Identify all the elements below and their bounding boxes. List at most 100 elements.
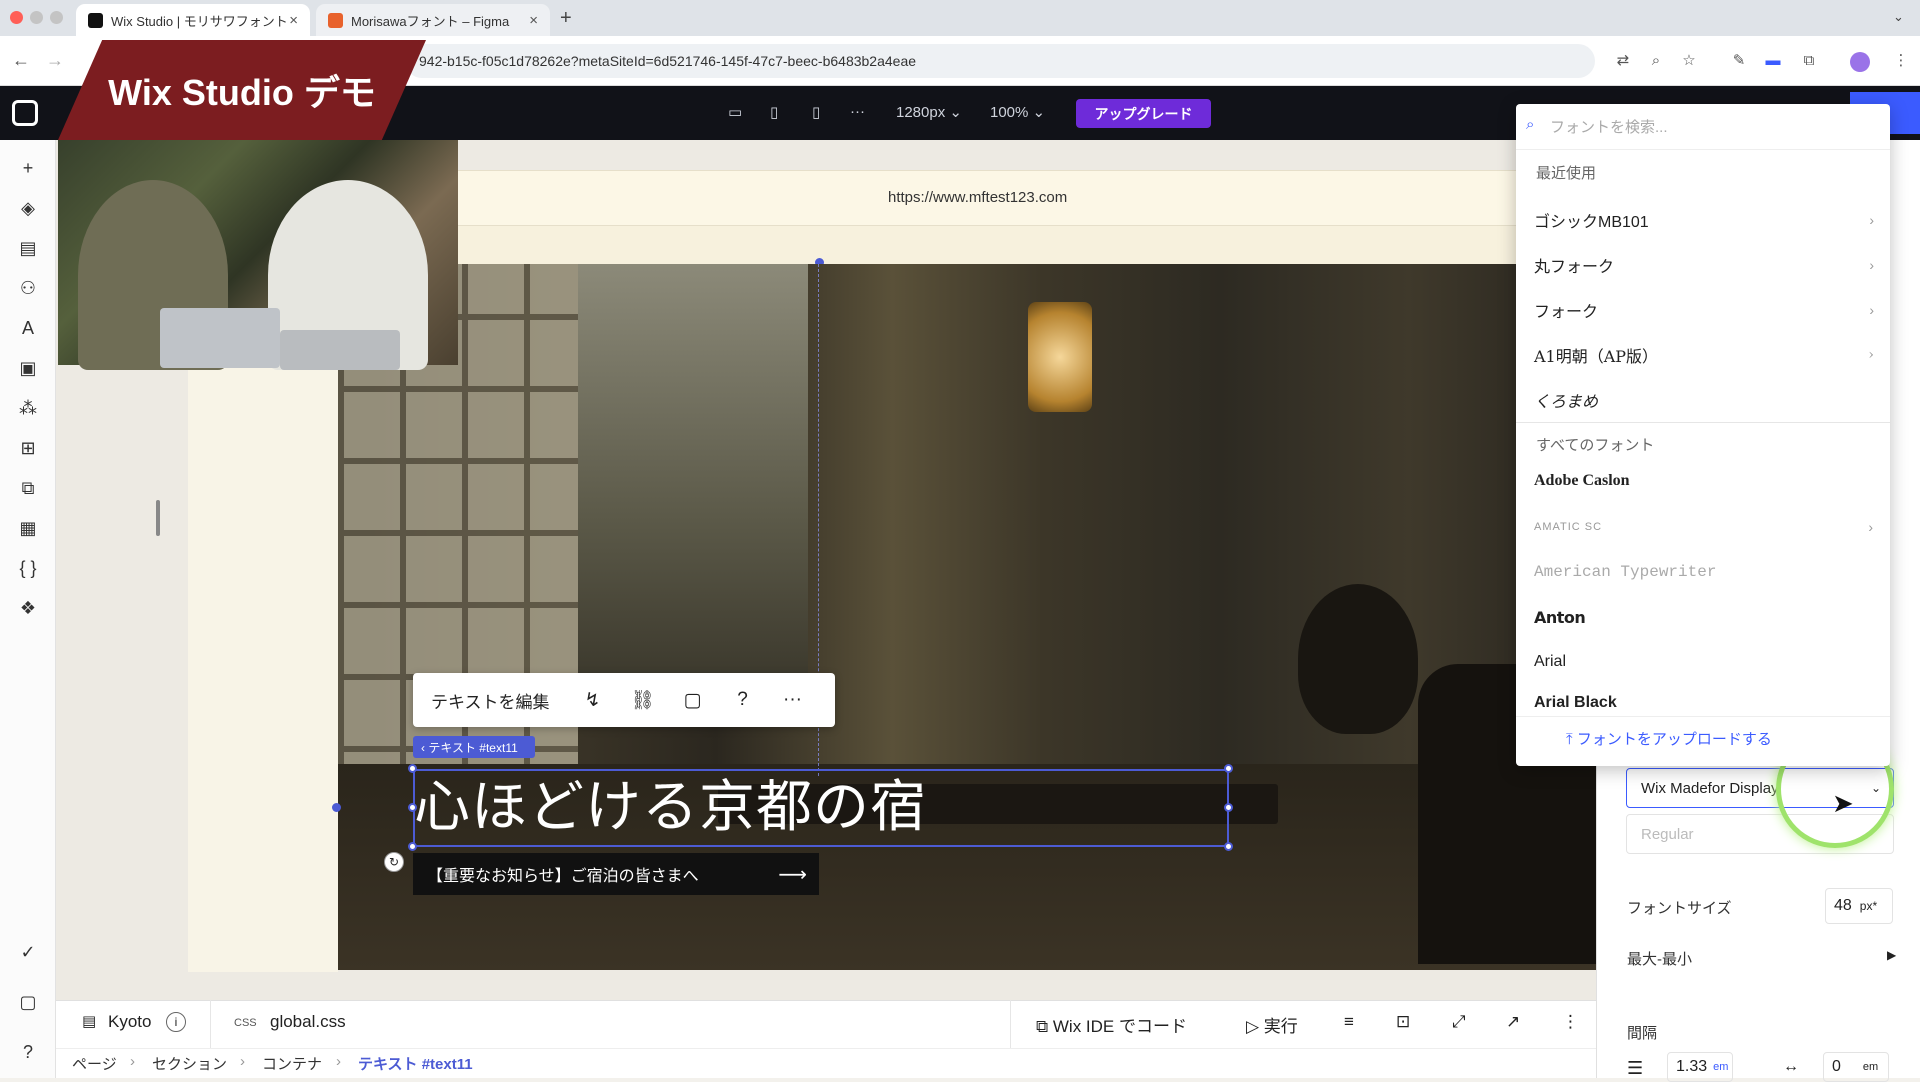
info-icon[interactable]: i	[166, 1012, 186, 1032]
resize-handle-bl[interactable]	[408, 842, 417, 851]
font-item[interactable]: Arial Black	[1534, 690, 1874, 716]
more-vertical-icon[interactable]: ⋮	[1562, 1012, 1579, 1032]
resize-handle-tl[interactable]	[408, 764, 417, 773]
address-bar[interactable]: 942-b15c-f05c1d78262e?metaSiteId=6d52174…	[405, 44, 1595, 78]
font-item[interactable]: Adobe Caslon	[1534, 464, 1874, 498]
font-item[interactable]: AMATIC SC ›	[1534, 510, 1874, 544]
search-icon: ⌕	[1526, 116, 1535, 133]
wix-ide-button[interactable]: ⧉ Wix IDE でコード	[1036, 1012, 1187, 1037]
puzzle-icon[interactable]: ⧉	[1800, 52, 1818, 70]
edit-text-button[interactable]: テキストを編集	[413, 688, 568, 713]
tab-wix-studio[interactable]: Wix Studio | モリサワフォント ×	[76, 4, 310, 36]
forward-arrow-icon[interactable]: →	[46, 50, 64, 71]
rotate-icon[interactable]: ↻	[384, 852, 404, 872]
upload-icon: ⤒	[1566, 731, 1577, 748]
breakpoint-width[interactable]: 1280px ⌄	[896, 103, 962, 121]
more-icon[interactable]: ···	[768, 689, 818, 711]
font-item-label: Adobe Caslon	[1534, 472, 1630, 489]
extension-blue-icon[interactable]: ▬	[1764, 52, 1782, 70]
integrations-icon[interactable]: ⧉	[16, 476, 40, 500]
wix-logo-icon[interactable]	[12, 100, 38, 126]
resize-handle-br[interactable]	[1224, 842, 1233, 851]
anchor-handle[interactable]	[332, 803, 341, 812]
font-item-label: ゴシックMB101	[1534, 214, 1649, 231]
eyedropper-icon[interactable]: ✎	[1730, 52, 1748, 70]
figma-icon[interactable]: ❖	[16, 596, 40, 620]
resize-handle-tr[interactable]	[1224, 764, 1233, 773]
zoom-level[interactable]: 100% ⌄	[990, 103, 1045, 121]
pages-icon[interactable]: ▤	[16, 236, 40, 260]
play-icon: ▷	[1246, 1017, 1264, 1036]
close-icon[interactable]: ×	[529, 12, 538, 29]
divider	[1516, 422, 1890, 423]
upload-font-link[interactable]: ⤒ フォントをアップロードする	[1566, 728, 1772, 749]
font-item[interactable]: 丸フォーク ›	[1534, 248, 1874, 282]
breadcrumb-separator-icon: ›	[240, 1053, 245, 1070]
components-icon[interactable]: ⁂	[16, 396, 40, 420]
breadcrumb-page[interactable]: ページ	[72, 1053, 117, 1074]
layers-icon[interactable]: ◈	[16, 196, 40, 220]
help-icon[interactable]: ?	[16, 1040, 40, 1064]
close-icon[interactable]: ×	[289, 12, 298, 29]
typography-icon[interactable]: A	[16, 316, 40, 340]
resize-handle-left[interactable]	[408, 803, 417, 812]
link-icon[interactable]: ⛓	[618, 688, 668, 712]
inspect-icon[interactable]: ⊡	[1396, 1012, 1410, 1032]
expand-triangle-icon[interactable]: ▶	[1887, 948, 1896, 962]
media-icon[interactable]: ▣	[16, 356, 40, 380]
chevron-down-icon[interactable]: ⌄	[1893, 9, 1904, 25]
notice-link[interactable]: 【重要なお知らせ】ご宿泊の皆さまへ ⟶	[413, 853, 819, 895]
breadcrumb-section[interactable]: セクション	[152, 1053, 227, 1074]
mobile-icon[interactable]: ▯	[812, 103, 820, 121]
laptop-image	[160, 308, 280, 368]
comment-icon[interactable]: ▢	[668, 689, 718, 712]
font-item[interactable]: くろまめ	[1534, 383, 1874, 417]
breadcrumb-container[interactable]: コンテナ	[262, 1053, 322, 1074]
css-file-tab[interactable]: global.css	[270, 1012, 346, 1032]
more-vertical-icon[interactable]: ⋮	[1892, 52, 1910, 70]
profile-avatar[interactable]	[1850, 52, 1870, 72]
site-header-area[interactable]	[458, 226, 1598, 264]
font-item[interactable]: Arial	[1534, 645, 1874, 679]
window-zoom-dot[interactable]	[50, 11, 63, 24]
font-item[interactable]: フォーク ›	[1534, 293, 1874, 327]
font-item[interactable]: American Typewriter	[1534, 555, 1874, 589]
help-icon[interactable]: ?	[718, 689, 768, 711]
minmax-label[interactable]: 最大-最小	[1627, 948, 1692, 969]
cms-table-icon[interactable]: ▦	[16, 516, 40, 540]
tab-figma[interactable]: Morisawaフォント – Figma ×	[316, 4, 550, 36]
resize-handle[interactable]	[156, 500, 160, 536]
font-size-input[interactable]: 48 px*	[1825, 888, 1893, 924]
font-item[interactable]: A1明朝（AP版） ›	[1534, 338, 1874, 372]
font-item[interactable]: Anton	[1534, 600, 1874, 634]
font-item[interactable]: ゴシックMB101 ›	[1534, 203, 1874, 237]
element-tag[interactable]: ‹ テキスト #text11	[413, 736, 535, 758]
add-icon[interactable]: +	[16, 156, 40, 180]
back-arrow-icon[interactable]: ←	[12, 50, 30, 71]
tablet-icon[interactable]: ▯	[770, 103, 778, 121]
format-icon[interactable]: ≡	[1344, 1012, 1354, 1032]
translate-icon[interactable]: ⇄	[1614, 52, 1632, 70]
code-braces-icon[interactable]: { }	[16, 556, 40, 580]
apps-icon[interactable]: ⊞	[16, 436, 40, 460]
checklist-icon[interactable]: ✓	[16, 940, 40, 964]
breadcrumb-text[interactable]: テキスト #text11	[358, 1053, 473, 1074]
sitemap-icon[interactable]: ⚇	[16, 276, 40, 300]
comments-icon[interactable]: ▢	[16, 990, 40, 1014]
resize-handle-right[interactable]	[1224, 803, 1233, 812]
new-tab-icon[interactable]: +	[560, 7, 572, 30]
popout-icon[interactable]: ↗	[1506, 1012, 1520, 1032]
site-url: https://www.mftest123.com	[888, 189, 1068, 206]
expand-icon[interactable]: ⤢	[1452, 1012, 1466, 1032]
window-close-dot[interactable]	[10, 11, 23, 24]
star-icon[interactable]: ☆	[1680, 52, 1698, 70]
desktop-icon[interactable]: ▭	[728, 103, 742, 121]
more-breakpoints-icon[interactable]: ···	[850, 103, 865, 120]
page-name[interactable]: Kyoto	[108, 1012, 151, 1032]
font-search-input[interactable]: ⌕ フォントを検索...	[1516, 104, 1890, 150]
upgrade-button[interactable]: アップグレード	[1076, 99, 1211, 128]
animation-icon[interactable]: ↯	[568, 689, 618, 712]
run-button[interactable]: ▷ 実行	[1246, 1012, 1298, 1037]
zoom-icon[interactable]: ⌕	[1647, 52, 1665, 70]
window-minimize-dot[interactable]	[30, 11, 43, 24]
